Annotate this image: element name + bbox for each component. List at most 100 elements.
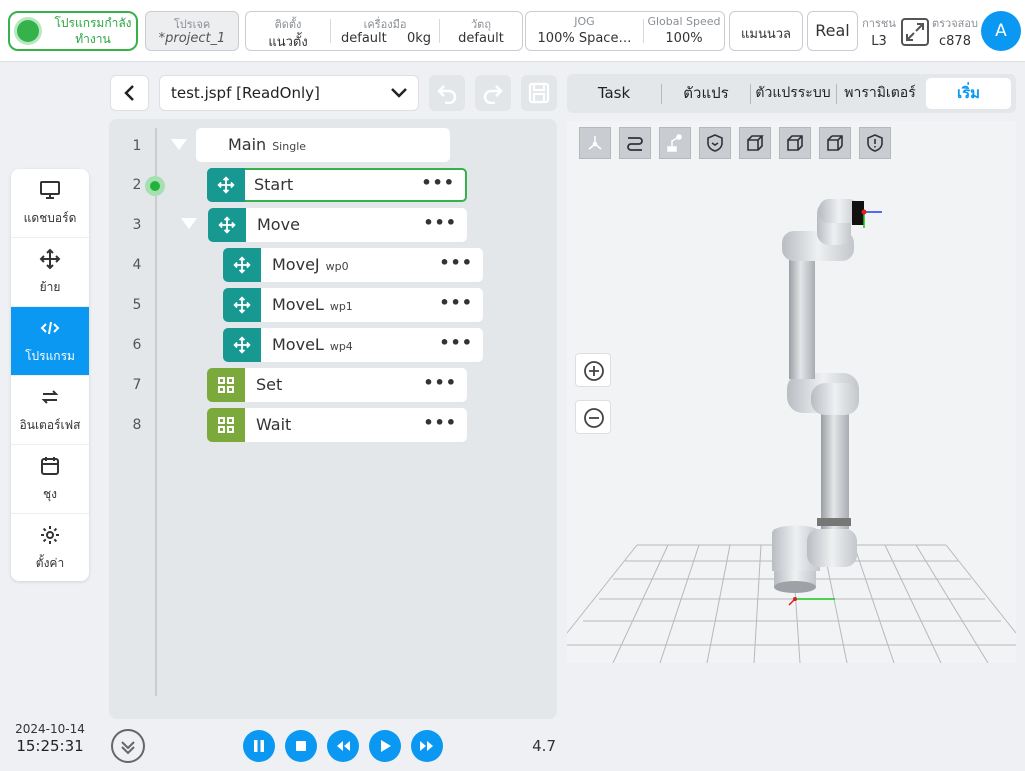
real-mode-button[interactable]: Real [807, 11, 858, 51]
current-time: 15:25:31 [16, 737, 84, 755]
tool-weight: 0kg [406, 31, 431, 46]
tab-system-variables[interactable]: ตัวแปรระบบ [751, 78, 835, 109]
line-number: 4 [132, 257, 142, 273]
tree-node-set[interactable]: Set ••• [207, 368, 467, 402]
tree-node-move[interactable]: Move ••• [208, 208, 467, 242]
pause-button[interactable] [243, 730, 275, 762]
tree-node-movej[interactable]: MoveJ wp0 ••• [223, 248, 483, 282]
sidebar-item-label: ตั้งค่า [35, 556, 65, 570]
step-forward-button[interactable] [411, 730, 443, 762]
more-icon[interactable]: ••• [423, 213, 457, 232]
line-number: 7 [132, 377, 142, 393]
monitor-icon [40, 181, 60, 199]
collision-label: การชน [862, 17, 896, 30]
sidebar-item-label: ชุง [42, 487, 57, 501]
tree-node-movel[interactable]: MoveL wp1 ••• [223, 288, 483, 322]
global-speed-label: Global Speed [647, 15, 721, 28]
move-node-icon [208, 208, 246, 242]
more-icon[interactable]: ••• [439, 253, 473, 272]
save-icon [528, 82, 550, 104]
more-icon[interactable]: ••• [423, 413, 457, 432]
stop-icon [296, 741, 306, 751]
jog-speed-panel[interactable]: JOG 100% Space… Global Speed 100% [525, 11, 725, 51]
undo-button[interactable] [429, 75, 465, 111]
manual-mode-button[interactable]: แมนนวล [729, 11, 803, 51]
undo-icon [437, 85, 457, 104]
global-speed-value: 100% [665, 31, 703, 46]
move-node-icon [207, 168, 245, 202]
sidebar-item-interface[interactable]: อินเตอร์เฟส [11, 376, 89, 445]
tree-node-wait[interactable]: Wait ••• [207, 408, 467, 442]
node-label: Start [254, 175, 294, 194]
node-label: Move [257, 215, 300, 234]
chevron-left-icon [124, 85, 134, 101]
play-icon [381, 740, 391, 752]
jog-label: JOG [574, 15, 595, 28]
collision-level[interactable]: การชน L3 [862, 14, 896, 49]
line-number: 1 [132, 138, 142, 154]
rewind-icon [337, 741, 350, 751]
chevron-down-icon [391, 88, 407, 98]
current-date: 2024-10-14 [15, 722, 85, 736]
tab-start[interactable]: เริ่ม [926, 78, 1011, 109]
tab-task[interactable]: Task [567, 78, 661, 109]
move-icon [39, 248, 61, 270]
tab-variables[interactable]: ตัวแปร [662, 78, 750, 109]
robot-3d-viewport[interactable] [567, 121, 1016, 663]
real-mode-label: Real [815, 21, 850, 40]
installation-segment[interactable]: ติดตั้ง แนวตั้ง [246, 12, 330, 50]
collapse-triangle-icon[interactable] [181, 218, 197, 229]
grid-node-icon [207, 408, 245, 442]
sidebar-item-program[interactable]: โปรแกรม [11, 307, 89, 376]
line-number: 6 [132, 337, 142, 353]
sidebar-item-settings[interactable]: ตั้งค่า [11, 514, 89, 581]
collapse-panel-button[interactable] [110, 728, 146, 764]
more-icon[interactable]: ••• [421, 173, 455, 192]
move-node-icon [223, 328, 261, 362]
tree-node-movel[interactable]: MoveL wp4 ••• [223, 328, 483, 362]
more-icon[interactable]: ••• [423, 373, 457, 392]
current-line-marker [145, 176, 165, 196]
tree-node-main[interactable]: Main Single [196, 128, 450, 162]
save-button[interactable] [521, 75, 557, 111]
installation-tool-payload-panel[interactable]: ติดตั้ง แนวตั้ง เครื่องมือ default 0kg ว… [245, 11, 523, 51]
more-icon[interactable]: ••• [439, 293, 473, 312]
tab-parameters[interactable]: พารามิเตอร์ [837, 78, 923, 109]
checksum-value: c878 [939, 34, 971, 49]
sidebar-item-move[interactable]: ย้าย [11, 238, 89, 307]
node-label: Main Single [228, 135, 307, 154]
node-label: Set [256, 375, 283, 394]
sidebar-item-label: โปรแกรม [25, 349, 75, 363]
collision-value: L3 [871, 34, 887, 49]
sidebar-item-dashboard[interactable]: แดชบอร์ด [11, 169, 89, 238]
checksum-display[interactable]: ตรวจสอบ c878 [932, 14, 978, 49]
code-icon [40, 321, 60, 335]
project-selector[interactable]: โปรเจค *project_1 [145, 11, 239, 51]
sidebar-item-schedule[interactable]: ชุง [11, 445, 89, 514]
right-panel-tabs: Task ตัวแปร ตัวแปรระบบ พารามิเตอร์ เริ่ม [567, 74, 1016, 113]
tree-guide-line [155, 128, 157, 696]
line-number: 8 [132, 417, 142, 433]
step-back-button[interactable] [327, 730, 359, 762]
payload-segment[interactable]: วัตถุ default [440, 12, 522, 50]
fast-forward-icon [420, 741, 433, 751]
program-file-name: test.jspf [ReadOnly] [171, 84, 320, 102]
stop-button[interactable] [285, 730, 317, 762]
collapse-triangle-icon[interactable] [171, 139, 187, 150]
expand-icon[interactable] [900, 17, 930, 47]
program-file-select[interactable]: test.jspf [ReadOnly] [159, 75, 419, 111]
jog-segment[interactable]: JOG 100% Space… [526, 12, 643, 50]
play-button[interactable] [369, 730, 401, 762]
payload-value: default [458, 31, 504, 46]
more-icon[interactable]: ••• [439, 333, 473, 352]
line-number: 3 [132, 217, 142, 233]
move-node-icon [223, 248, 261, 282]
redo-button[interactable] [475, 75, 511, 111]
program-status-indicator[interactable]: โปรแกรมกำลังทำงาน [8, 11, 138, 51]
tool-segment[interactable]: เครื่องมือ default 0kg [331, 12, 439, 50]
tree-node-start[interactable]: Start ••• [207, 168, 467, 202]
global-speed-segment[interactable]: Global Speed 100% [644, 12, 724, 50]
user-avatar[interactable]: A [981, 11, 1021, 51]
back-button[interactable] [110, 75, 149, 111]
node-label: MoveL wp4 [272, 335, 353, 354]
